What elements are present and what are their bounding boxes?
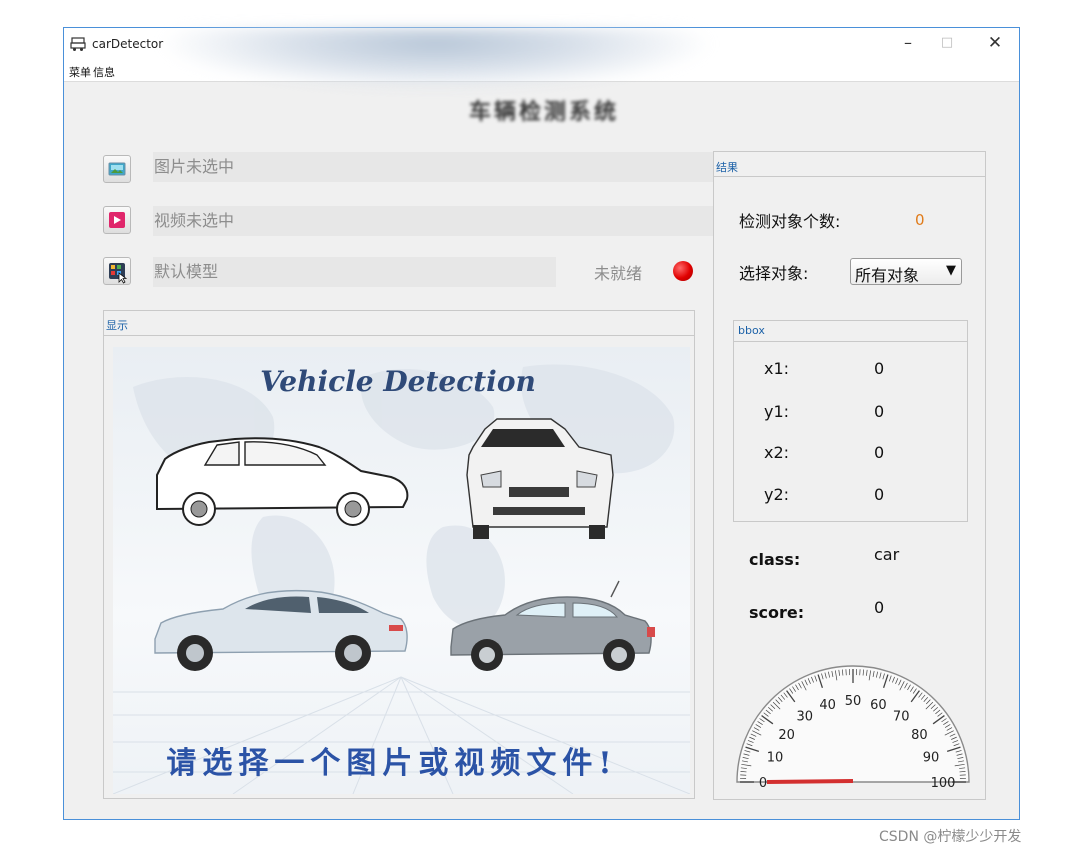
dropdown-arrow-icon: ▼ xyxy=(946,263,956,278)
display-panel-label: 显示 xyxy=(106,319,128,332)
blurred-header-graphic xyxy=(156,28,716,92)
csdn-watermark: CSDN @柠檬少少开发 xyxy=(879,829,1022,845)
app-window: carDetector – □ ✕ 菜单 信息 车辆检测系统 图片未选中 视频未… xyxy=(63,27,1020,820)
class-value: car xyxy=(874,545,900,564)
maximize-button[interactable]: □ xyxy=(929,32,965,54)
bbox-panel: bbox x1: 0 y1: 0 x2: 0 y2: 0 xyxy=(733,320,968,522)
bbox-y1-label: y1: xyxy=(764,402,790,421)
screenshot-stage: carDetector – □ ✕ 菜单 信息 车辆检测系统 图片未选中 视频未… xyxy=(0,0,1083,853)
gauge-tick-label: 90 xyxy=(923,751,940,766)
bbox-panel-divider xyxy=(734,341,967,342)
gauge-tick-label: 30 xyxy=(797,710,814,725)
object-select-value: 所有对象 xyxy=(855,266,920,285)
video-icon xyxy=(109,212,125,228)
gauge-tick-label: 60 xyxy=(870,698,887,713)
video-path-field: 视频未选中 xyxy=(153,206,758,236)
score-label: score: xyxy=(749,603,805,622)
model-icon xyxy=(109,263,128,284)
display-panel-divider xyxy=(104,335,694,336)
gauge-tick-label: 70 xyxy=(893,710,910,725)
bbox-x1-label: x1: xyxy=(764,359,790,378)
model-path-field: 默认模型 xyxy=(153,257,556,287)
banner-prompt: 请选择一个图片或视频文件! xyxy=(166,746,617,781)
bbox-panel-label: bbox xyxy=(738,324,765,337)
bbox-x2-label: x2: xyxy=(764,443,790,462)
model-status-indicator xyxy=(673,261,693,281)
close-button[interactable]: ✕ xyxy=(977,32,1013,54)
menu-item-info[interactable]: 信息 xyxy=(93,64,115,80)
gauge-tick-label: 0 xyxy=(759,776,767,791)
model-status-text: 未就绪 xyxy=(594,264,643,283)
bbox-y2-label: y2: xyxy=(764,485,790,504)
gauge-needle xyxy=(766,779,854,784)
bbox-y1-value: 0 xyxy=(874,402,885,421)
window-title: carDetector xyxy=(92,37,164,51)
gauge-tick-label: 20 xyxy=(778,728,795,743)
bbox-x2-value: 0 xyxy=(874,443,885,462)
minimize-button[interactable]: – xyxy=(890,32,926,54)
gauge-tick-label: 100 xyxy=(931,776,956,791)
class-label: class: xyxy=(749,550,801,569)
score-value: 0 xyxy=(874,598,885,617)
bbox-x1-value: 0 xyxy=(874,359,885,378)
gauge-tick-label: 50 xyxy=(845,694,862,709)
app-heading: 车辆检测系统 xyxy=(468,99,619,125)
menu-item-main[interactable]: 菜单 xyxy=(69,64,91,80)
gauge-tick-label: 10 xyxy=(767,751,784,766)
select-video-button[interactable] xyxy=(103,206,131,234)
object-count-label: 检测对象个数: xyxy=(739,212,841,231)
bbox-y2-value: 0 xyxy=(874,485,885,504)
banner-title: Vehicle Detection xyxy=(260,365,536,398)
gauge-tick-label: 40 xyxy=(819,698,836,713)
image-path-field: 图片未选中 xyxy=(153,152,758,182)
vehicle-detection-banner: Vehicle Detection 请选择一个图片或视频文件! xyxy=(113,347,690,794)
results-panel: 结果 检测对象个数: 0 选择对象: 所有对象 ▼ bbox x1: 0 y1:… xyxy=(713,151,986,800)
results-panel-divider xyxy=(714,176,985,177)
gauge-tick-label: 80 xyxy=(911,728,928,743)
object-select-dropdown[interactable]: 所有对象 ▼ xyxy=(850,258,962,285)
display-image: Vehicle Detection 请选择一个图片或视频文件! xyxy=(113,347,690,794)
app-icon xyxy=(70,37,86,51)
object-count-value: 0 xyxy=(915,211,925,229)
score-gauge: 010203040 50 60708090100 xyxy=(736,665,970,791)
results-panel-label: 结果 xyxy=(716,161,738,174)
display-panel: 显示 Vehicle Detection 请选择一个图片或视频文件! xyxy=(103,310,695,799)
select-object-label: 选择对象: xyxy=(739,264,809,283)
image-icon xyxy=(108,162,126,176)
select-model-button[interactable] xyxy=(103,257,131,285)
select-image-button[interactable] xyxy=(103,155,131,183)
